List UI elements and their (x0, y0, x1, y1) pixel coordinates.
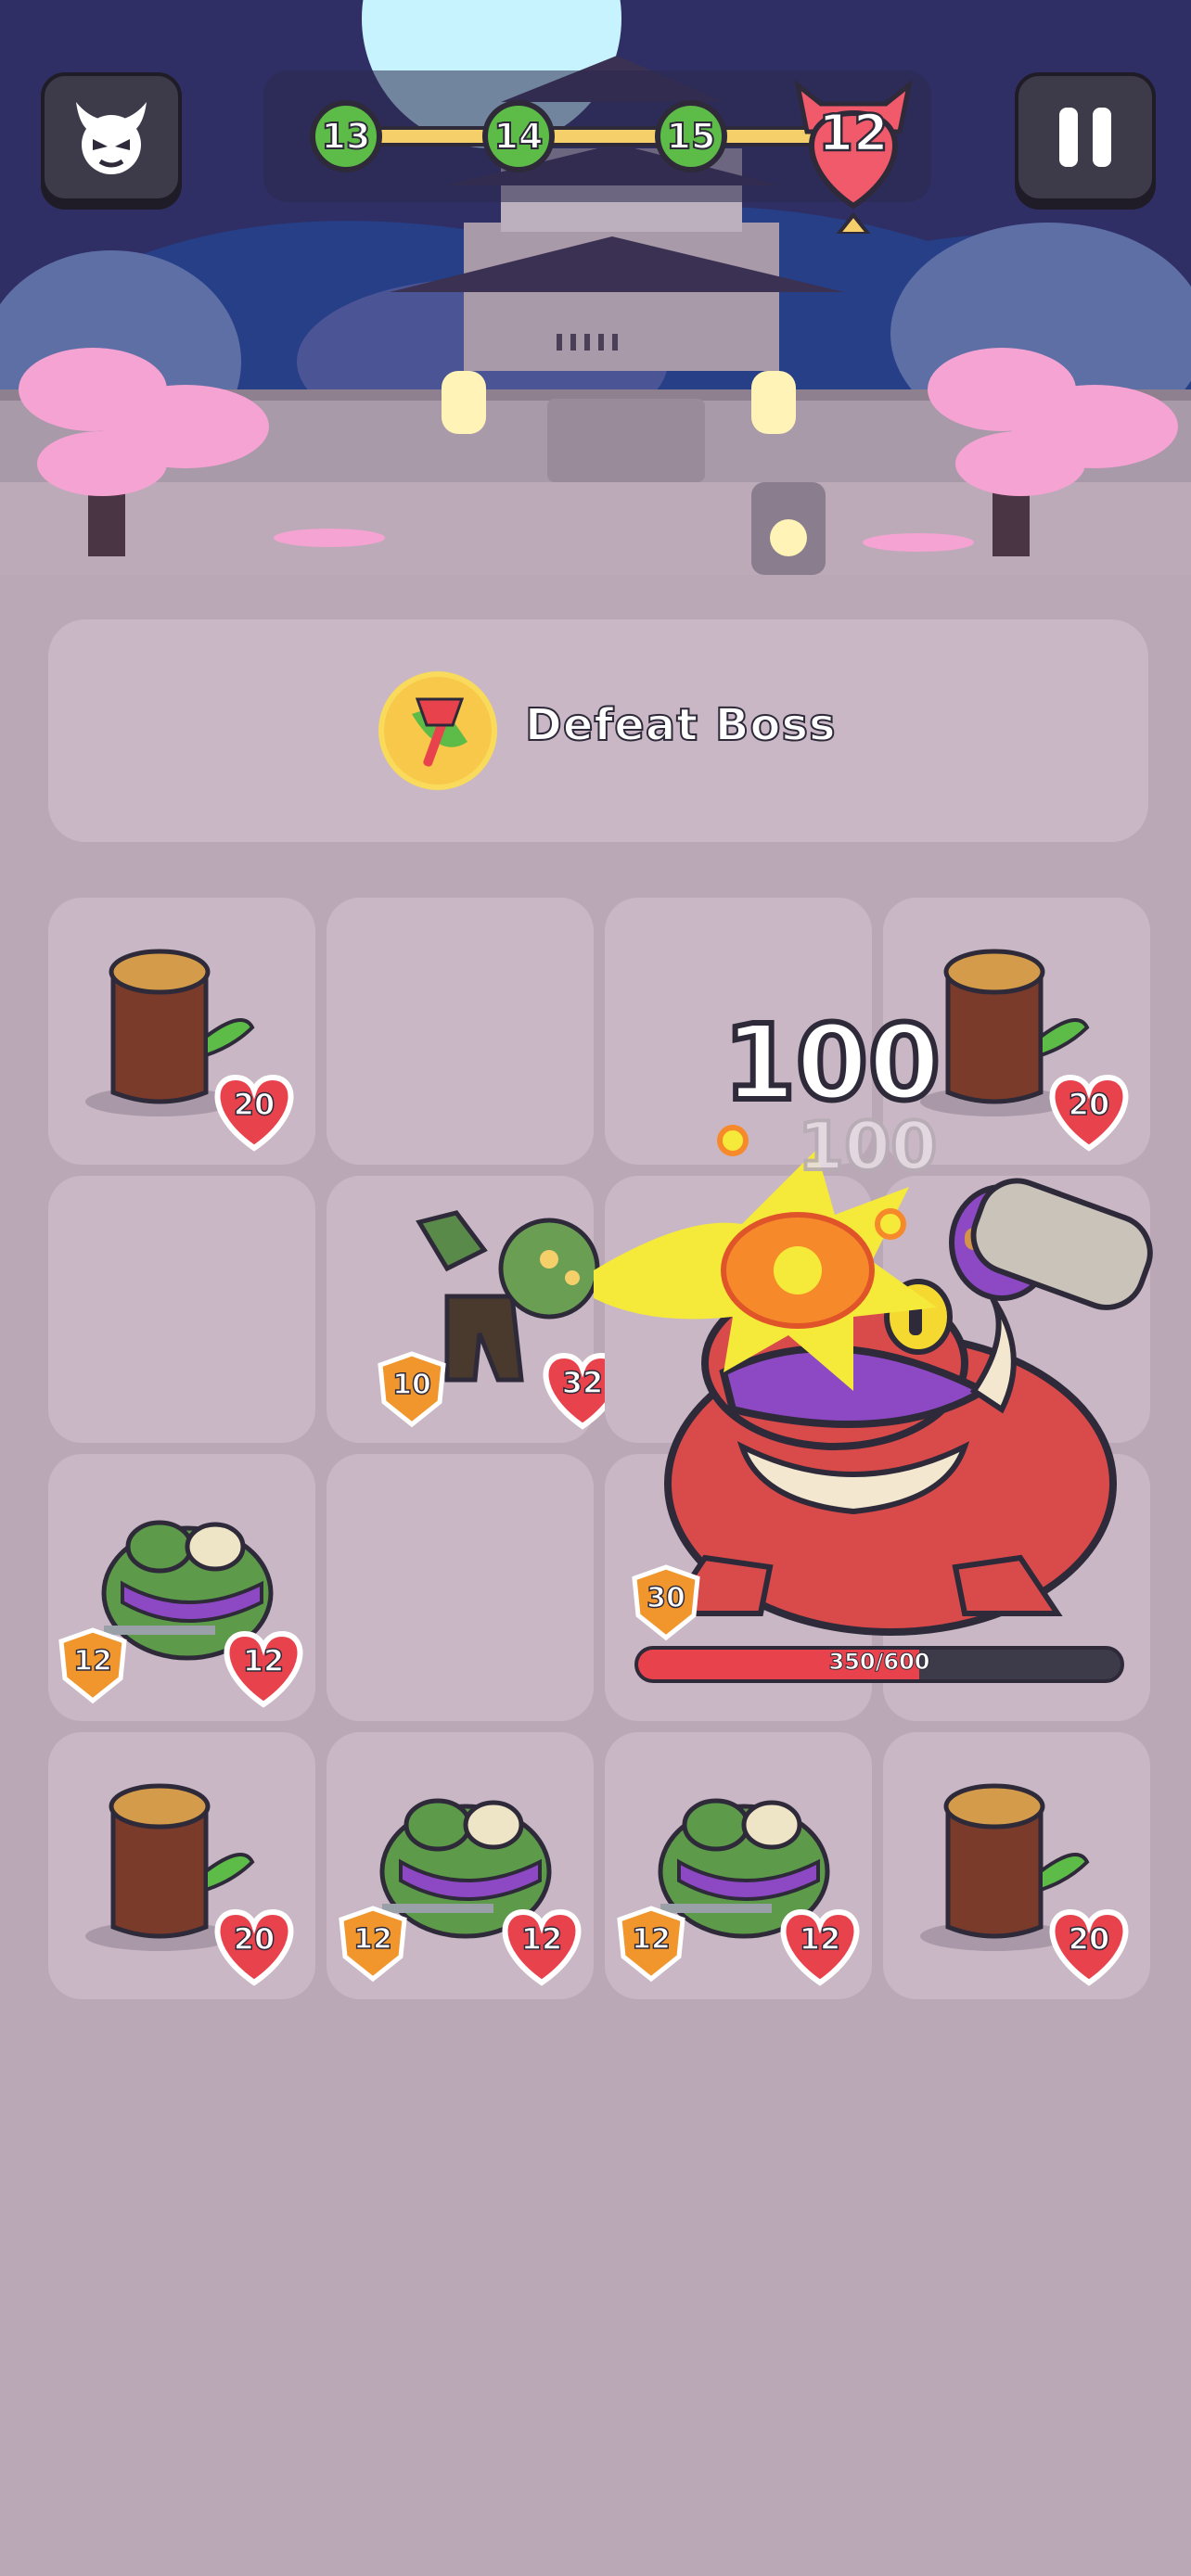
boss-stage-node: 12 (779, 67, 928, 236)
hp-heart: 12 (221, 1630, 306, 1708)
devil-face-icon (76, 102, 147, 174)
axe-icon (412, 697, 467, 767)
board-cell[interactable]: 10 32 (327, 1176, 622, 1443)
profile-button[interactable] (41, 72, 182, 202)
damage-number: 100 (721, 1001, 943, 1127)
hp-heart: 20 (211, 1074, 297, 1152)
board-cell[interactable]: 12 12 (327, 1732, 594, 1999)
attack-shield: 10 (375, 1350, 449, 1428)
stage-node: 13 (310, 100, 382, 172)
board-cell[interactable] (48, 1176, 315, 1443)
attack-shield: 12 (336, 1905, 410, 1983)
board-cell[interactable]: 20 (48, 1732, 315, 1999)
goal-icon (378, 671, 497, 790)
board-cell[interactable] (327, 1454, 594, 1721)
board-cell[interactable]: 12 12 (605, 1732, 872, 1999)
board-cell[interactable]: 20 (883, 1732, 1150, 1999)
lantern-icon (442, 371, 486, 434)
stone-lantern-icon (751, 482, 826, 575)
stage-node: 14 (482, 100, 555, 172)
hp-heart: 20 (211, 1908, 297, 1986)
attack-shield: 12 (56, 1626, 130, 1704)
attack-shield: 12 (614, 1905, 688, 1983)
pause-icon (1059, 108, 1111, 167)
hp-heart: 12 (499, 1908, 584, 1986)
board-cell[interactable]: 20 (48, 898, 315, 1165)
goal-label: Defeat Boss (524, 698, 837, 752)
pause-button[interactable] (1015, 72, 1156, 202)
lantern-icon (751, 371, 796, 434)
hp-heart: 20 (1046, 1908, 1132, 1986)
damage-number-ghost: 100 (796, 1105, 939, 1187)
board-cell[interactable] (327, 898, 594, 1165)
board-cell[interactable]: 12 12 (48, 1454, 315, 1721)
boss-attack-shield: 30 (629, 1563, 703, 1641)
hp-heart: 12 (777, 1908, 863, 1986)
boss-hp-text: 350/600 (828, 1649, 930, 1676)
stage-node: 15 (655, 100, 727, 172)
